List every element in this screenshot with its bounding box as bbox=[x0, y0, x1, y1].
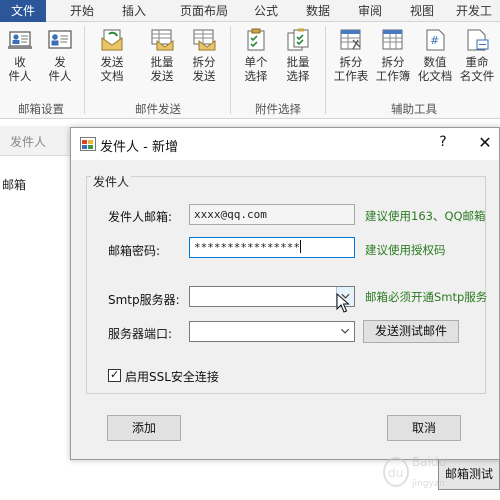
send-document-label-2: 文档 bbox=[100, 69, 124, 83]
recipient-label-1: 收 bbox=[14, 55, 26, 69]
ribbon: 收 件人 发 件人 邮箱设置 发送 文档 批量 发送 拆分 发送 邮件发送 单个… bbox=[0, 22, 500, 119]
split-send-icon bbox=[193, 29, 216, 51]
tab-formulas[interactable]: 公式 bbox=[246, 0, 286, 22]
text-caret bbox=[299, 240, 301, 253]
password-label: 邮箱密码: bbox=[108, 244, 161, 258]
mailbox-column-text: 邮箱 bbox=[2, 178, 27, 192]
server-port-select[interactable] bbox=[189, 321, 355, 342]
port-label: 服务器端口: bbox=[108, 327, 173, 341]
email-field[interactable]: xxxx@qq.com bbox=[189, 204, 355, 225]
mouse-pointer-icon bbox=[336, 293, 350, 313]
group-separator bbox=[84, 26, 85, 114]
rename-file-label-2: 名文件 bbox=[459, 69, 495, 83]
numeric-document-icon: # bbox=[426, 29, 445, 51]
split-sheet-label-2: 工作表 bbox=[333, 69, 369, 83]
password-hint: 建议使用授权码 bbox=[365, 243, 446, 257]
numeric-document-label-2: 化文档 bbox=[417, 69, 453, 83]
single-select-label-2: 选择 bbox=[244, 69, 268, 83]
tab-review[interactable]: 审阅 bbox=[350, 0, 390, 22]
sender-add-dialog: 发件人 - 新增 ? ✕ 发件人 发件人邮箱: xxxx@qq.com 建议使用… bbox=[70, 127, 500, 460]
group-label-attachment-select: 附件选择 bbox=[255, 102, 301, 116]
cancel-button[interactable]: 取消 bbox=[387, 415, 461, 441]
password-field[interactable]: **************** bbox=[189, 237, 355, 258]
close-button[interactable]: ✕ bbox=[473, 133, 497, 155]
sender-button[interactable]: 发 件人 bbox=[40, 28, 80, 83]
batch-send-label-1: 批量 bbox=[150, 55, 174, 69]
batch-send-label-2: 发送 bbox=[150, 69, 174, 83]
split-workbook-label-1: 拆分 bbox=[381, 55, 405, 69]
batch-select-button[interactable]: 批量 选择 bbox=[278, 28, 318, 83]
recipient-label-2: 件人 bbox=[8, 69, 32, 83]
ribbon-tab-bar: 文件 开始 插入 页面布局 公式 数据 审阅 视图 开发工 bbox=[0, 0, 500, 22]
single-select-button[interactable]: 单个 选择 bbox=[236, 28, 276, 83]
split-send-button[interactable]: 拆分 发送 bbox=[184, 28, 224, 83]
checkmark-icon: ✓ bbox=[110, 368, 120, 381]
ssl-checkbox[interactable]: ✓ bbox=[108, 368, 121, 382]
tab-file[interactable]: 文件 bbox=[0, 0, 46, 22]
split-sheet-label-1: 拆分 bbox=[339, 55, 363, 69]
dialog-titlebar: 发件人 - 新增 ? ✕ bbox=[71, 128, 499, 160]
rename-file-button[interactable]: 重命 名文件 bbox=[456, 28, 498, 83]
svg-text:#: # bbox=[430, 34, 439, 47]
split-workbook-button[interactable]: 拆分 工作簿 bbox=[372, 28, 414, 83]
group-label-mail-send: 邮件发送 bbox=[135, 102, 181, 116]
chevron-down-icon[interactable] bbox=[336, 322, 354, 341]
help-button[interactable]: ? bbox=[433, 134, 453, 154]
batch-send-button[interactable]: 批量 发送 bbox=[142, 28, 182, 83]
split-workbook-label-2: 工作簿 bbox=[375, 69, 411, 83]
split-workbook-icon bbox=[382, 29, 403, 50]
tab-view[interactable]: 视图 bbox=[402, 0, 442, 22]
sender-label-2: 件人 bbox=[48, 69, 72, 83]
tab-data[interactable]: 数据 bbox=[298, 0, 338, 22]
sender-label-1: 发 bbox=[54, 55, 66, 69]
single-select-icon bbox=[247, 28, 265, 51]
numeric-document-label-1: 数值 bbox=[423, 55, 447, 69]
ssl-label: 启用SSL安全连接 bbox=[125, 370, 219, 384]
split-send-label-2: 发送 bbox=[192, 69, 216, 83]
svg-text:jingyan: jingyan bbox=[411, 479, 445, 489]
recipient-button[interactable]: 收 件人 bbox=[0, 28, 40, 83]
rename-file-label-1: 重命 bbox=[465, 55, 489, 69]
email-hint: 建议使用163、QQ邮箱 bbox=[365, 209, 486, 223]
batch-select-icon bbox=[287, 28, 309, 51]
send-document-button[interactable]: 发送 文档 bbox=[92, 28, 132, 83]
tab-insert[interactable]: 插入 bbox=[112, 0, 156, 22]
send-document-label-1: 发送 bbox=[100, 55, 124, 69]
single-select-label-1: 单个 bbox=[244, 55, 268, 69]
groupbox-title: 发件人 bbox=[91, 173, 132, 190]
baidu-jingyan-watermark-logo: du Baidu jingyan bbox=[383, 455, 446, 489]
sender-card-icon bbox=[48, 30, 72, 49]
svg-text:du: du bbox=[388, 466, 403, 480]
email-label: 发件人邮箱: bbox=[108, 210, 173, 224]
dialog-title: 发件人 - 新增 bbox=[100, 140, 178, 155]
add-button[interactable]: 添加 bbox=[107, 415, 181, 441]
group-label-helper-tools: 辅助工具 bbox=[391, 102, 437, 116]
group-separator bbox=[230, 26, 231, 114]
svg-text:Baidu: Baidu bbox=[412, 455, 446, 469]
tab-developer[interactable]: 开发工 bbox=[456, 0, 500, 22]
rename-file-icon bbox=[467, 29, 489, 51]
tab-home[interactable]: 开始 bbox=[60, 0, 104, 22]
password-value: **************** bbox=[194, 241, 300, 254]
app-window-icon bbox=[80, 137, 96, 151]
group-label-mailbox-settings: 邮箱设置 bbox=[18, 102, 64, 116]
split-sheet-button[interactable]: 拆分 工作表 bbox=[330, 28, 372, 83]
inbox-contact-icon bbox=[8, 31, 32, 49]
smtp-server-select[interactable] bbox=[189, 286, 355, 307]
batch-select-label-1: 批量 bbox=[286, 55, 310, 69]
tab-page-layout[interactable]: 页面布局 bbox=[168, 0, 240, 22]
batch-send-icon bbox=[151, 29, 174, 51]
batch-select-label-2: 选择 bbox=[286, 69, 310, 83]
split-send-label-1: 拆分 bbox=[192, 55, 216, 69]
split-sheet-icon bbox=[340, 29, 361, 50]
numeric-document-button[interactable]: # 数值 化文档 bbox=[414, 28, 456, 83]
sender-panel-title: 发件人 bbox=[10, 135, 47, 149]
send-document-icon bbox=[101, 29, 123, 51]
smtp-hint: 邮箱必须开通Smtp服务 bbox=[365, 290, 488, 304]
send-test-email-button[interactable]: 发送测试邮件 bbox=[363, 320, 459, 343]
group-separator bbox=[325, 26, 326, 114]
smtp-label: Smtp服务器: bbox=[108, 293, 180, 307]
